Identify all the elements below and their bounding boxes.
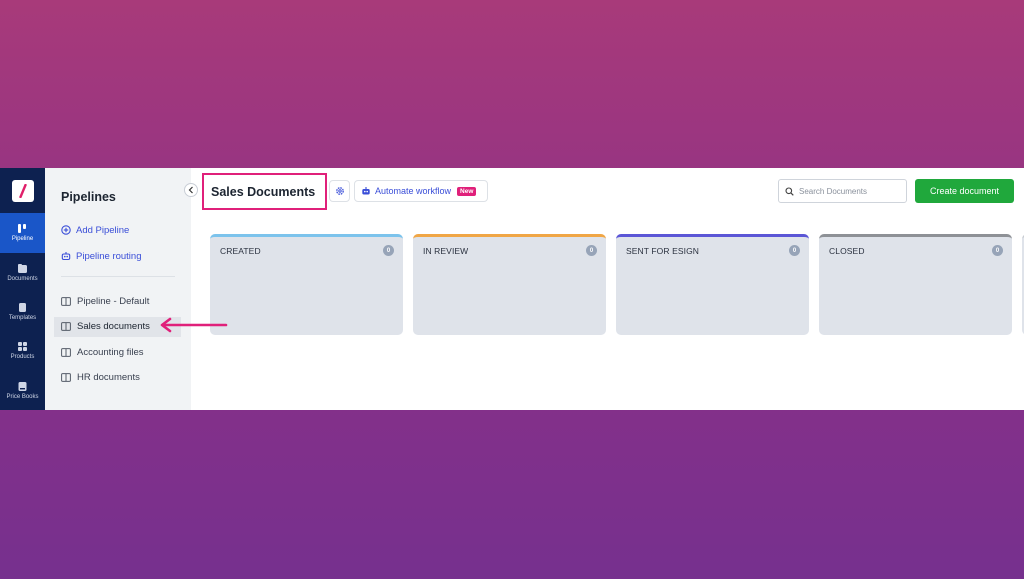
column-created: CREATED 0 — [210, 234, 403, 335]
rail-label: Pipeline — [11, 236, 34, 243]
new-badge: New — [457, 186, 477, 196]
collapse-sidebar-button[interactable] — [184, 183, 198, 197]
column-closed: CLOSED 0 — [819, 234, 1012, 335]
sidebar-divider — [61, 276, 175, 277]
column-in-review: IN REVIEW 0 — [413, 234, 606, 335]
rail-item-price-books[interactable]: Price Books — [0, 371, 45, 410]
pipeline-icon — [18, 224, 26, 234]
rail-label: Documents — [7, 275, 38, 282]
column-title: IN REVIEW — [423, 245, 469, 256]
app-window: Pipeline Documents Templates Products Pr… — [0, 168, 1024, 410]
main-board: Sales Documents Automate workflow New Cr… — [191, 168, 1024, 410]
column-header: CLOSED 0 — [829, 245, 1003, 256]
create-document-button[interactable]: Create document — [915, 179, 1014, 203]
column-count-badge: 0 — [789, 245, 800, 256]
rail-label: Templates — [8, 315, 37, 322]
column-count-badge: 0 — [992, 245, 1003, 256]
rail-item-documents[interactable]: Documents — [0, 253, 45, 292]
pipelines-sidebar: Pipelines Add Pipeline Pipeline routing … — [45, 168, 198, 410]
column-title: CLOSED — [829, 245, 865, 256]
rail-item-pipeline[interactable]: Pipeline — [0, 213, 45, 253]
products-icon — [18, 342, 27, 352]
sidebar-item-label: Sales documents — [77, 321, 150, 332]
annotation-arrow-icon — [160, 317, 228, 333]
sidebar-item-accounting-files[interactable]: Accounting files — [54, 342, 181, 362]
board-icon — [61, 373, 71, 382]
search-documents[interactable] — [778, 179, 907, 203]
column-header: CREATED 0 — [220, 245, 394, 256]
search-icon — [785, 186, 794, 196]
board-icon — [61, 322, 71, 331]
kanban-columns: CREATED 0 IN REVIEW 0 SENT FOR ESIGN 0 C… — [210, 234, 1024, 335]
board-icon — [61, 347, 71, 357]
column-count-badge: 0 — [586, 245, 597, 256]
gear-icon — [335, 187, 344, 195]
plus-circle-icon — [61, 225, 71, 235]
pipeline-settings-button[interactable] — [329, 180, 350, 202]
column-header: IN REVIEW 0 — [423, 245, 597, 256]
pipeline-routing-button[interactable]: Pipeline routing — [61, 250, 191, 262]
search-input[interactable] — [799, 186, 899, 196]
templates-icon — [19, 303, 26, 313]
page-title-highlight: Sales Documents — [202, 173, 327, 210]
board-icon — [61, 296, 71, 306]
sidebar-item-label: Accounting files — [77, 346, 144, 358]
sidebar-item-label: Pipeline - Default — [77, 295, 150, 307]
rail-label: Products — [10, 354, 35, 361]
app-logo[interactable] — [0, 168, 45, 213]
sidebar-item-pipeline-default[interactable]: Pipeline - Default — [54, 291, 181, 311]
add-pipeline-button[interactable]: Add Pipeline — [61, 224, 191, 236]
robot-icon — [61, 252, 71, 261]
column-title: CREATED — [220, 245, 261, 256]
sidebar-item-hr-documents[interactable]: HR documents — [54, 368, 181, 388]
column-count-badge: 0 — [383, 245, 394, 256]
documents-icon — [18, 263, 27, 273]
pipeline-routing-label: Pipeline routing — [76, 250, 142, 262]
automate-workflow-button[interactable]: Automate workflow New — [354, 180, 488, 202]
column-sent-for-esign: SENT FOR ESIGN 0 — [616, 234, 809, 335]
rail-item-templates[interactable]: Templates — [0, 292, 45, 331]
rail-label: Price Books — [6, 393, 39, 400]
rail-item-products[interactable]: Products — [0, 331, 45, 370]
icon-rail: Pipeline Documents Templates Products Pr… — [0, 168, 45, 410]
page-title: Sales Documents — [211, 184, 316, 199]
automate-workflow-label: Automate workflow — [375, 186, 452, 196]
sidebar-title: Pipelines — [61, 190, 116, 204]
add-pipeline-label: Add Pipeline — [76, 224, 130, 236]
column-title: SENT FOR ESIGN — [626, 245, 700, 256]
column-header: SENT FOR ESIGN 0 — [626, 245, 800, 256]
robot-icon — [362, 187, 370, 195]
pipeline-list: Pipeline - Default Sales documents Accou… — [54, 291, 191, 388]
chevron-left-icon — [188, 186, 193, 194]
price-books-icon — [18, 381, 27, 391]
logo-icon — [11, 179, 34, 202]
sidebar-item-label: HR documents — [77, 372, 140, 383]
